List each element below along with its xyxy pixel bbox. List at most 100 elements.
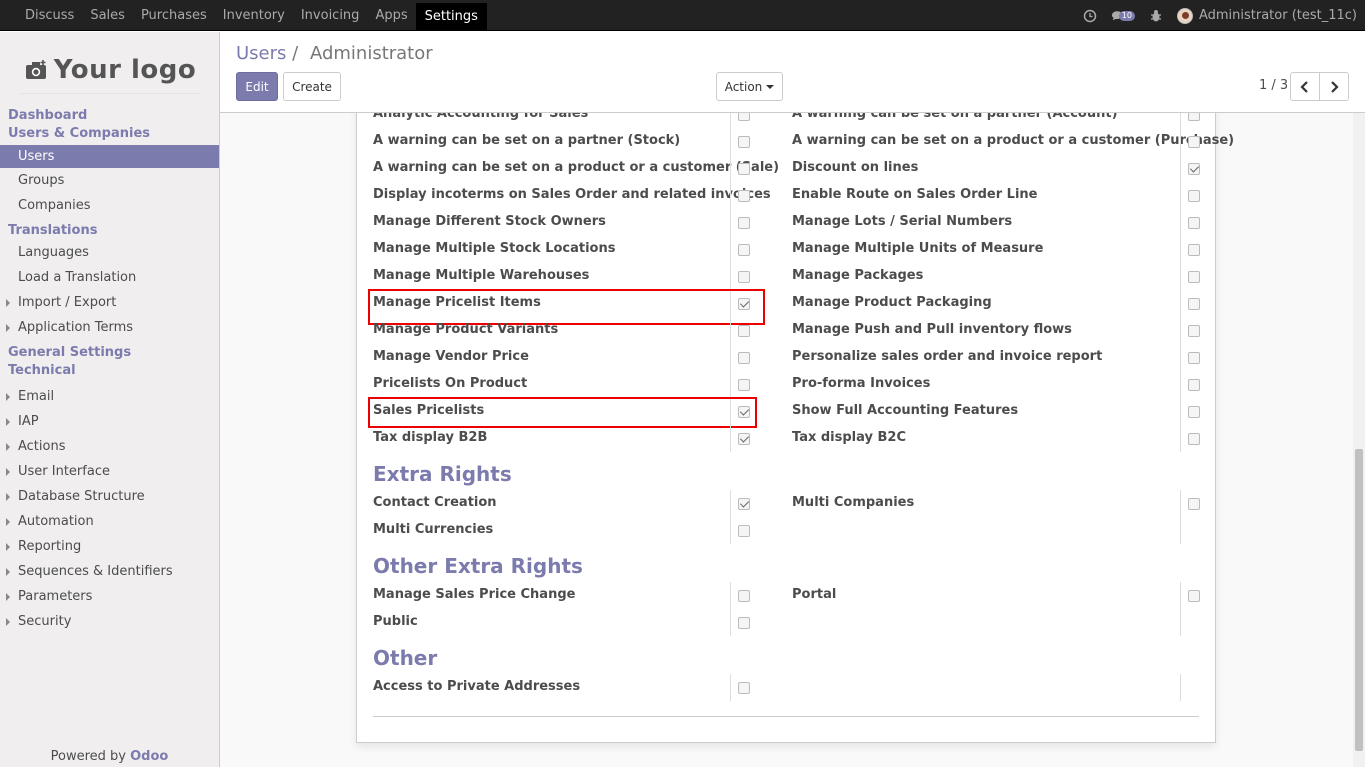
sidebar-item-parameters[interactable]: Parameters	[0, 584, 219, 609]
chevron-left-icon	[1300, 80, 1308, 93]
sidebar-item-automation[interactable]: Automation	[0, 509, 219, 534]
sidebar-item-security[interactable]: Security	[0, 609, 219, 634]
menu-sales[interactable]: Sales	[82, 0, 133, 31]
user-name: Administrator (test_11c)	[1198, 8, 1357, 23]
checkbox-multi-companies[interactable]	[1188, 498, 1200, 510]
app-menu: Discuss Sales Purchases Inventory Invoicing A…	[17, 0, 487, 31]
field-separator	[1180, 371, 1181, 398]
checkbox-a-warning-can-be-set-on-a-product-or-a-customer-purchase[interactable]	[1188, 136, 1200, 148]
checkbox-show-full-accounting-features[interactable]	[1188, 406, 1200, 418]
sidebar-item-companies[interactable]: Companies	[0, 193, 219, 218]
bug-icon[interactable]	[1149, 9, 1163, 23]
label-multi-currencies: Multi Currencies	[373, 522, 494, 537]
sidebar-item-actions[interactable]: Actions	[0, 434, 219, 459]
checkbox-manage-vendor-price[interactable]	[738, 352, 750, 364]
checkbox-a-warning-can-be-set-on-a-partner-account[interactable]	[1188, 113, 1200, 121]
checkbox-manage-push-and-pull-inventory-flows[interactable]	[1188, 325, 1200, 337]
sidebar-item-translations[interactable]: Translations	[0, 222, 219, 240]
user-menu[interactable]: Administrator (test_11c)	[1176, 7, 1357, 24]
checkbox-public[interactable]	[738, 617, 750, 629]
checkbox-pro-forma-invoices[interactable]	[1188, 379, 1200, 391]
checkbox-enable-route-on-sales-order-line[interactable]	[1188, 190, 1200, 202]
menu-invoicing[interactable]: Invoicing	[293, 0, 368, 31]
checkbox-tax-display-b2b[interactable]	[738, 433, 750, 445]
field-separator	[1180, 209, 1181, 236]
menu-settings[interactable]: Settings	[415, 3, 487, 30]
edit-button[interactable]: Edit	[236, 72, 278, 101]
checkbox-display-incoterms-on-sales-order-and-related-invoices[interactable]	[738, 190, 750, 202]
menu-discuss[interactable]: Discuss	[17, 0, 82, 31]
scrollbar-thumb[interactable]	[1355, 449, 1363, 751]
label-discount-on-lines: Discount on lines	[792, 160, 919, 175]
field-separator	[1180, 128, 1181, 155]
action-dropdown[interactable]: Action	[716, 72, 783, 101]
label-pro-forma-invoices: Pro-forma Invoices	[792, 376, 931, 391]
checkbox-a-warning-can-be-set-on-a-partner-stock[interactable]	[738, 136, 750, 148]
sidebar-item-database-structure[interactable]: Database Structure	[0, 484, 219, 509]
sidebar-item-import-export[interactable]: Import / Export	[0, 290, 219, 315]
label-public: Public	[373, 614, 418, 629]
checkbox-manage-multiple-warehouses[interactable]	[738, 271, 750, 283]
label-manage-vendor-price: Manage Vendor Price	[373, 349, 529, 364]
company-logo[interactable]: Your logo	[20, 46, 200, 94]
label-manage-multiple-stock-locations: Manage Multiple Stock Locations	[373, 241, 616, 256]
sidebar-item-iap[interactable]: IAP	[0, 409, 219, 434]
field-separator	[1180, 425, 1181, 452]
field-separator	[730, 517, 731, 544]
sidebar-item-application-terms[interactable]: Application Terms	[0, 315, 219, 340]
checkbox-multi-currencies[interactable]	[738, 525, 750, 537]
checkbox-access-to-private-addresses[interactable]	[738, 682, 750, 694]
breadcrumb-users[interactable]: Users	[236, 43, 286, 64]
checkbox-pricelists-on-product[interactable]	[738, 379, 750, 391]
camera-icon	[25, 59, 46, 79]
pager-previous-button[interactable]	[1290, 72, 1320, 101]
field-separator	[730, 263, 731, 290]
checkbox-manage-product-variants[interactable]	[738, 325, 750, 337]
checkbox-manage-multiple-units-of-measure[interactable]	[1188, 244, 1200, 256]
checkbox-manage-product-packaging[interactable]	[1188, 298, 1200, 310]
create-button[interactable]: Create	[283, 72, 341, 101]
checkbox-discount-on-lines[interactable]	[1188, 163, 1200, 175]
checkbox-analytic-accounting-for-sales[interactable]	[738, 113, 750, 121]
checkbox-portal[interactable]	[1188, 590, 1200, 602]
pager-next-button[interactable]	[1319, 72, 1349, 101]
vertical-scrollbar[interactable]	[1353, 113, 1365, 767]
pager-value[interactable]: 1 / 3	[1259, 78, 1288, 93]
checkbox-personalize-sales-order-and-invoice-report[interactable]	[1188, 352, 1200, 364]
sidebar-item-technical[interactable]: Technical	[0, 362, 219, 380]
menu-inventory[interactable]: Inventory	[215, 0, 293, 31]
highlight-box	[368, 397, 757, 428]
sidebar-item-user-interface[interactable]: User Interface	[0, 459, 219, 484]
checkbox-tax-display-b2c[interactable]	[1188, 433, 1200, 445]
systray: 10 Administrator (test_11c)	[1083, 0, 1357, 31]
label-multi-companies: Multi Companies	[792, 495, 915, 510]
sidebar-item-reporting[interactable]: Reporting	[0, 534, 219, 559]
field-separator	[730, 128, 731, 155]
sidebar-item-groups[interactable]: Groups	[0, 168, 219, 193]
sidebar-item-email[interactable]: Email	[0, 384, 219, 409]
label-pricelists-on-product: Pricelists On Product	[373, 376, 528, 391]
sidebar-item-users-companies[interactable]: Users & Companies	[0, 125, 219, 143]
caret-down-icon	[766, 84, 775, 89]
field-separator	[1180, 344, 1181, 371]
checkbox-manage-sales-price-change[interactable]	[738, 590, 750, 602]
sidebar-item-load-a-translation[interactable]: Load a Translation	[0, 265, 219, 290]
field-separator	[1180, 263, 1181, 290]
checkbox-manage-multiple-stock-locations[interactable]	[738, 244, 750, 256]
checkbox-manage-packages[interactable]	[1188, 271, 1200, 283]
menu-purchases[interactable]: Purchases	[133, 0, 215, 31]
sidebar-item-users[interactable]: Users	[0, 145, 219, 168]
sidebar-item-general-settings[interactable]: General Settings	[0, 344, 219, 362]
checkbox-a-warning-can-be-set-on-a-product-or-a-customer-sale[interactable]	[738, 163, 750, 175]
sidebar-menu: Dashboard Users & Companies Users Groups Com…	[0, 107, 219, 634]
menu-apps[interactable]: Apps	[367, 0, 415, 31]
checkbox-manage-lots-serial-numbers[interactable]	[1188, 217, 1200, 229]
sidebar-item-languages[interactable]: Languages	[0, 240, 219, 265]
messages-button[interactable]: 10	[1111, 9, 1135, 23]
sidebar-item-sequences-identifiers[interactable]: Sequences & Identifiers	[0, 559, 219, 584]
checkbox-contact-creation[interactable]	[738, 498, 750, 510]
clock-icon[interactable]	[1083, 9, 1097, 23]
checkbox-manage-different-stock-owners[interactable]	[738, 217, 750, 229]
odoo-link[interactable]: Odoo	[130, 749, 168, 764]
sidebar-item-dashboard[interactable]: Dashboard	[0, 107, 219, 125]
